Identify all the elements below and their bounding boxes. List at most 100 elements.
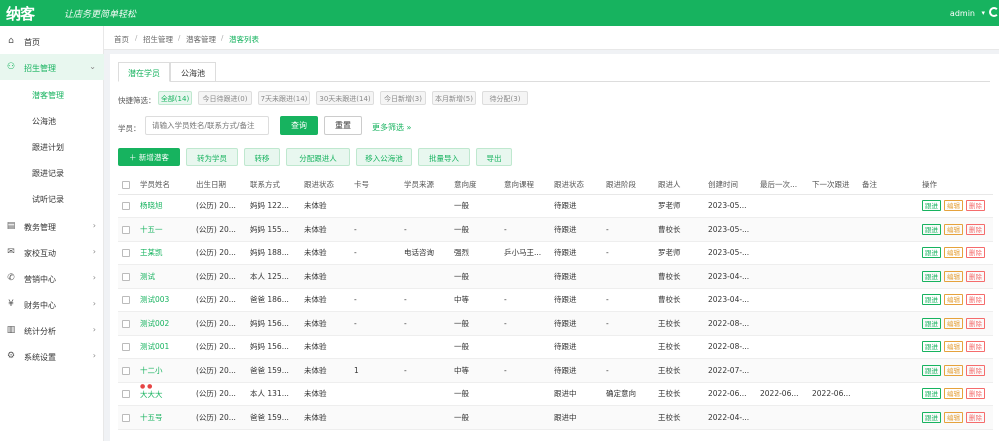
delete-button[interactable]: 删除 xyxy=(966,223,985,235)
user-menu[interactable]: admin xyxy=(950,9,975,18)
quick-filter-chip[interactable]: 本月新增(5) xyxy=(432,91,476,105)
tab-prospects[interactable]: 潜在学员 xyxy=(118,62,170,82)
delete-button[interactable]: 删除 xyxy=(966,317,985,329)
sidebar-item-settings[interactable]: ⚙ 系统设置 › xyxy=(0,343,104,369)
export-button[interactable]: 导出 xyxy=(476,148,512,166)
sidebar-item-marketing[interactable]: ✆ 营销中心 › xyxy=(0,265,104,291)
search-input[interactable] xyxy=(145,116,269,135)
sidebar-item-academic[interactable]: ▤ 教务管理 › xyxy=(0,213,104,239)
tab-public-pool[interactable]: 公海池 xyxy=(170,62,216,82)
edit-button[interactable]: 编辑 xyxy=(944,200,963,212)
student-name-link[interactable]: 测试 xyxy=(140,272,155,281)
followup-button[interactable]: 跟进 xyxy=(922,388,941,400)
student-name-link[interactable]: 杨晓旭 xyxy=(140,201,163,210)
followup-button[interactable]: 跟进 xyxy=(922,317,941,329)
convert-student-button[interactable]: 转为学员 xyxy=(186,148,238,166)
quick-filter-chip[interactable]: 7天未跟进(14) xyxy=(258,91,310,105)
table-cell-name[interactable]: 测试 xyxy=(136,264,192,289)
sidebar-subitem-followup-record[interactable]: 跟进记录 xyxy=(0,159,104,185)
delete-button[interactable]: 删除 xyxy=(966,364,985,376)
followup-button[interactable]: 跟进 xyxy=(922,270,941,282)
row-checkbox[interactable] xyxy=(118,217,136,242)
edit-button[interactable]: 编辑 xyxy=(944,317,963,329)
student-name-link[interactable]: 十五一 xyxy=(140,225,163,234)
edit-button[interactable]: 编辑 xyxy=(944,247,963,259)
student-name-link[interactable]: 十五号 xyxy=(140,413,163,422)
breadcrumb-item[interactable]: 潜客管理 xyxy=(186,34,216,45)
breadcrumb-item[interactable]: 首页 xyxy=(114,34,129,45)
sidebar-item-home[interactable]: ⌂ 首页 xyxy=(0,28,104,54)
chevron-down-icon[interactable]: ▾ xyxy=(981,9,985,17)
student-name-link[interactable]: 十二小 xyxy=(140,366,163,375)
followup-button[interactable]: 跟进 xyxy=(922,247,941,259)
delete-button[interactable]: 删除 xyxy=(966,200,985,212)
delete-button[interactable]: 删除 xyxy=(966,341,985,353)
delete-button[interactable]: 删除 xyxy=(966,388,985,400)
student-name-link[interactable]: 测试002 xyxy=(140,319,169,328)
sidebar-item-recruitment[interactable]: ⚇ 招生管理 ⌄ xyxy=(0,54,104,80)
sidebar-item-statistics[interactable]: ▥ 统计分析 › xyxy=(0,317,104,343)
reset-button[interactable]: 重置 xyxy=(324,116,362,135)
more-filter-link[interactable]: 更多筛选 » xyxy=(372,122,411,133)
edit-button[interactable]: 编辑 xyxy=(944,411,963,423)
edit-button[interactable]: 编辑 xyxy=(944,341,963,353)
row-checkbox[interactable] xyxy=(118,194,136,218)
followup-button[interactable]: 跟进 xyxy=(922,294,941,306)
assign-follower-button[interactable]: 分配跟进人 xyxy=(286,148,350,166)
followup-button[interactable]: 跟进 xyxy=(922,200,941,212)
delete-button[interactable]: 删除 xyxy=(966,411,985,423)
sidebar-subitem-public-pool[interactable]: 公海池 xyxy=(0,107,104,133)
sidebar-item-finance[interactable]: ¥ 财务中心 › xyxy=(0,291,104,317)
student-name-link[interactable]: 王某凯 xyxy=(140,248,163,257)
transfer-button[interactable]: 转移 xyxy=(244,148,280,166)
sidebar-subitem-prospects[interactable]: 潜客管理 xyxy=(0,81,104,107)
row-checkbox[interactable] xyxy=(118,382,136,406)
edit-button[interactable]: 编辑 xyxy=(944,364,963,376)
row-checkbox[interactable] xyxy=(118,311,136,336)
table-cell-name[interactable]: 测试001 xyxy=(136,335,192,359)
student-name-link[interactable]: 测试001 xyxy=(140,342,169,351)
row-checkbox[interactable] xyxy=(118,335,136,359)
add-prospect-button[interactable]: ＋ 新增潜客 xyxy=(118,148,180,166)
table-cell-name[interactable]: 十二小 xyxy=(136,358,192,383)
table-cell-name[interactable]: 测试002 xyxy=(136,311,192,336)
followup-button[interactable]: 跟进 xyxy=(922,364,941,376)
batch-import-button[interactable]: 批量导入 xyxy=(418,148,470,166)
refresh-icon[interactable] xyxy=(989,7,999,17)
delete-button[interactable]: 删除 xyxy=(966,270,985,282)
followup-button[interactable]: 跟进 xyxy=(922,411,941,423)
followup-button[interactable]: 跟进 xyxy=(922,223,941,235)
row-checkbox[interactable] xyxy=(118,405,136,430)
student-name-link[interactable]: 大大大 xyxy=(140,390,163,399)
query-button[interactable]: 查询 xyxy=(280,116,318,135)
table-cell-name[interactable]: 杨晓旭 xyxy=(136,194,192,218)
sidebar-subitem-trial-record[interactable]: 试听记录 xyxy=(0,185,104,211)
quick-filter-chip[interactable]: 今日待跟进(0) xyxy=(198,91,252,105)
table-cell-name[interactable]: ● ● 大大大 xyxy=(136,382,192,406)
row-checkbox[interactable] xyxy=(118,264,136,289)
row-checkbox[interactable] xyxy=(118,241,136,265)
select-all-checkbox[interactable] xyxy=(118,176,136,195)
sidebar-item-home-school[interactable]: ✉ 家校互动 › xyxy=(0,239,104,265)
delete-button[interactable]: 删除 xyxy=(966,247,985,259)
row-checkbox[interactable] xyxy=(118,288,136,312)
quick-filter-chip[interactable]: 今日新增(3) xyxy=(380,91,426,105)
quick-filter-chip[interactable]: 待分配(3) xyxy=(482,91,528,105)
quick-filter-chip[interactable]: 30天未跟进(14) xyxy=(316,91,374,105)
sidebar-subitem-followup-plan[interactable]: 跟进计划 xyxy=(0,133,104,159)
edit-button[interactable]: 编辑 xyxy=(944,223,963,235)
breadcrumb-item[interactable]: 招生管理 xyxy=(143,34,173,45)
student-name-link[interactable]: 测试003 xyxy=(140,295,169,304)
table-cell-name[interactable]: 十五号 xyxy=(136,405,192,430)
table-cell-name[interactable]: 测试003 xyxy=(136,288,192,312)
table-cell-name[interactable]: 王某凯 xyxy=(136,241,192,265)
move-to-pool-button[interactable]: 移入公海池 xyxy=(356,148,412,166)
delete-button[interactable]: 删除 xyxy=(966,294,985,306)
table-cell-name[interactable]: 十五一 xyxy=(136,217,192,242)
edit-button[interactable]: 编辑 xyxy=(944,388,963,400)
row-checkbox[interactable] xyxy=(118,358,136,383)
quick-filter-chip[interactable]: 全部(14) xyxy=(158,91,192,105)
followup-button[interactable]: 跟进 xyxy=(922,341,941,353)
edit-button[interactable]: 编辑 xyxy=(944,270,963,282)
edit-button[interactable]: 编辑 xyxy=(944,294,963,306)
